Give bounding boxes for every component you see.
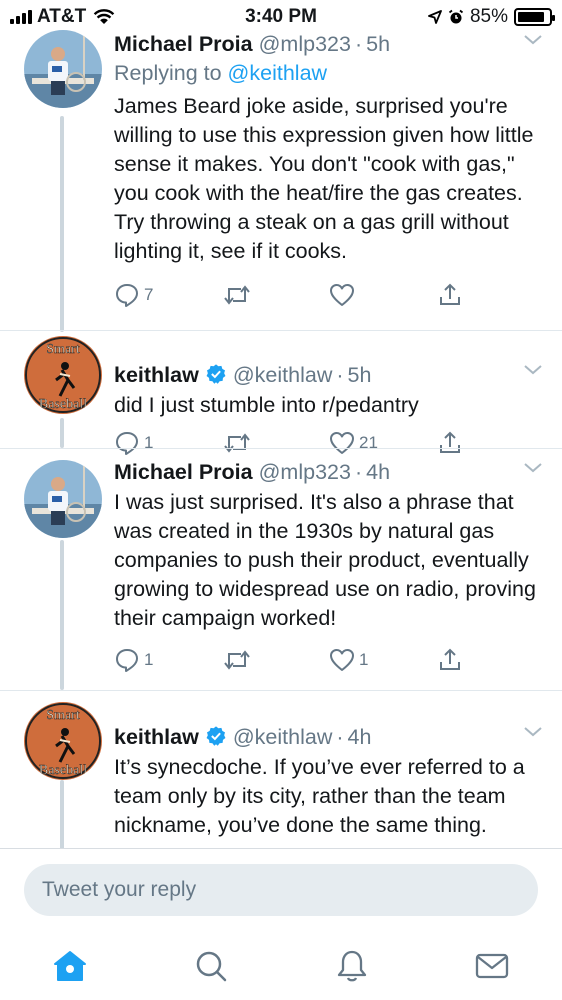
verified-badge-icon — [206, 364, 226, 384]
reply-icon — [116, 432, 138, 455]
separator-dot: · — [336, 363, 344, 387]
reply-button[interactable]: 1 — [114, 430, 222, 456]
like-button[interactable]: 1 — [329, 648, 437, 672]
thread-line — [60, 540, 64, 690]
reply-icon — [116, 649, 138, 672]
reply-count: 1 — [144, 433, 154, 452]
reply-count: 1 — [144, 650, 154, 669]
timestamp: 4h — [347, 725, 372, 749]
chevron-down-icon[interactable] — [522, 362, 544, 378]
battery-percent: 85% — [469, 6, 508, 27]
tweet-divider — [0, 330, 562, 331]
chevron-down-icon[interactable] — [522, 724, 544, 740]
display-name[interactable]: Michael Proia — [114, 30, 253, 58]
retweet-button[interactable] — [222, 647, 330, 673]
bottom-tab-bar — [0, 936, 562, 1000]
tweet-text: It’s synecdoche. If you’ve ever referred… — [114, 755, 525, 837]
profile-logo: Smart Baseball — [24, 336, 102, 414]
like-button[interactable]: 21 — [329, 431, 437, 455]
reply-icon — [116, 284, 138, 307]
reply-button[interactable]: 1 — [114, 647, 222, 673]
separator-dot: · — [336, 725, 344, 749]
thread-line — [60, 780, 64, 848]
battery-icon — [514, 8, 555, 26]
share-button[interactable] — [437, 282, 545, 308]
share-button[interactable] — [437, 430, 545, 456]
share-icon — [439, 283, 460, 305]
search-icon[interactable] — [193, 948, 229, 984]
display-name[interactable]: Michael Proia — [114, 458, 253, 486]
tweet-text: I was just surprised. It's also a phrase… — [114, 490, 536, 630]
location-arrow-icon — [428, 10, 442, 24]
display-name[interactable]: keithlaw — [114, 723, 199, 751]
mention-link[interactable]: @keithlaw — [228, 61, 328, 85]
avatar[interactable]: Smart Baseball — [24, 702, 102, 780]
retweet-icon — [223, 650, 250, 670]
tweet-header: Michael Proia @mlp323 · 4h — [114, 458, 544, 486]
svg-text:Baseball: Baseball — [39, 763, 87, 778]
profile-photo-sailboat — [24, 460, 102, 538]
status-right: 85% — [428, 6, 555, 28]
separator-dot: · — [354, 460, 363, 484]
heart-icon — [330, 284, 354, 306]
reply-count: 7 — [144, 285, 154, 304]
separator-dot: · — [354, 32, 363, 56]
notifications-icon[interactable] — [334, 948, 370, 984]
handle[interactable]: @mlp323 — [259, 30, 351, 58]
display-name[interactable]: keithlaw — [114, 361, 199, 389]
retweet-icon — [223, 433, 250, 453]
reply-input[interactable]: Tweet your reply — [24, 864, 538, 916]
messages-icon[interactable] — [474, 948, 510, 984]
tweet-header: Michael Proia @mlp323 · 5h — [114, 30, 544, 58]
conversation-thread[interactable]: Michael Proia @mlp323 · 5h Replying to @… — [0, 30, 562, 848]
tweet-divider — [0, 448, 562, 449]
like-count: 1 — [359, 650, 369, 669]
like-button[interactable] — [329, 283, 437, 307]
home-icon[interactable] — [52, 948, 88, 984]
tweet-text: James Beard joke aside, surprised you're… — [114, 94, 534, 263]
tweet-actions: 7 — [114, 280, 544, 310]
profile-logo: Smart Baseball — [24, 702, 102, 780]
tweet-divider — [0, 690, 562, 691]
share-icon — [439, 431, 460, 453]
tweet-text: did I just stumble into r/pedantry — [114, 393, 419, 417]
alarm-icon — [448, 9, 464, 24]
timestamp: 4h — [366, 460, 391, 484]
retweet-button[interactable] — [222, 282, 330, 308]
replying-to: Replying to @keithlaw — [114, 58, 544, 88]
replying-to-prefix: Replying to — [114, 61, 228, 85]
tweet-actions: 1 1 — [114, 645, 544, 675]
svg-text:Baseball: Baseball — [39, 397, 87, 412]
handle[interactable]: @keithlaw — [233, 723, 333, 751]
share-button[interactable] — [437, 647, 545, 673]
status-bar: AT&T 3:40 PM 85% — [0, 0, 562, 34]
like-count: 21 — [359, 433, 378, 452]
handle[interactable]: @keithlaw — [233, 361, 333, 389]
tweet-header: keithlaw @keithlaw · 4h — [114, 722, 544, 751]
retweet-button[interactable] — [222, 430, 330, 456]
avatar[interactable]: Smart Baseball — [24, 336, 102, 414]
thread-line — [60, 116, 64, 332]
thread-line — [60, 418, 64, 448]
chevron-down-icon[interactable] — [522, 32, 544, 48]
svg-text:Smart: Smart — [46, 708, 80, 723]
avatar[interactable] — [24, 30, 102, 108]
timestamp: 5h — [366, 32, 391, 56]
heart-icon — [330, 649, 354, 671]
reply-button[interactable]: 7 — [114, 282, 222, 308]
reply-composer: Tweet your reply — [0, 848, 562, 936]
svg-text:Smart: Smart — [46, 342, 80, 357]
retweet-icon — [223, 285, 250, 305]
handle[interactable]: @mlp323 — [259, 458, 351, 486]
verified-badge-icon — [206, 726, 226, 746]
tweet-actions: 1 21 — [114, 428, 544, 458]
chevron-down-icon[interactable] — [522, 460, 544, 476]
avatar[interactable] — [24, 460, 102, 538]
heart-icon — [330, 432, 354, 454]
profile-photo-sailboat — [24, 30, 102, 108]
timestamp: 5h — [347, 363, 372, 387]
tweet-header: keithlaw @keithlaw · 5h — [114, 360, 544, 389]
share-icon — [439, 648, 460, 670]
